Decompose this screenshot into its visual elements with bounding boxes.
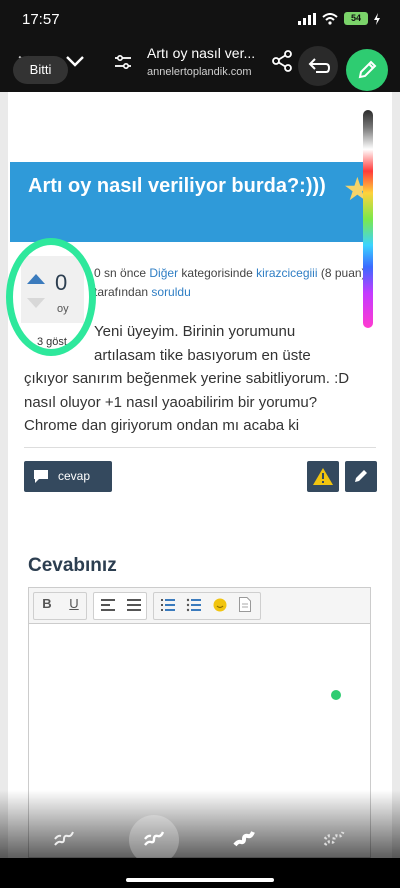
bold-button[interactable]: B [39, 596, 55, 611]
question-title: Artı oy nasıl veriliyor burda?:))) [28, 175, 326, 197]
answer-button[interactable]: cevap [24, 461, 112, 492]
edit-icon [355, 470, 367, 482]
user-link[interactable]: kirazcicegiii [256, 266, 317, 280]
charging-icon [374, 12, 380, 25]
status-icons: 54 [298, 12, 380, 25]
chevron-down-icon[interactable] [65, 54, 85, 68]
question-meta: 0 sn önce Diğer kategorisinde kirazciceg… [94, 264, 376, 302]
body-line: Chrome dan giriyorum ondan mı acaba ki [24, 417, 300, 434]
done-button[interactable]: Bitti [13, 56, 68, 84]
meta-points: (8 puan) [320, 266, 366, 280]
cursor-dot [331, 690, 341, 700]
pen-button[interactable] [346, 49, 388, 91]
asked-link[interactable]: soruldu [151, 285, 190, 299]
signal-icon [298, 12, 316, 25]
battery-icon: 54 [344, 12, 368, 25]
warning-icon [313, 468, 333, 485]
answer-button-label: cevap [58, 469, 91, 483]
undo-icon [308, 58, 331, 73]
meta-in-category: kategorisinde [181, 266, 253, 280]
page-title: Artı oy nasıl ver... [147, 45, 256, 61]
meta-by: tarafından [94, 285, 149, 299]
page-url: annelertoplandik.com [147, 66, 252, 78]
body-line: nasıl oluyor +1 nasıl yaoabilirim bir yo… [24, 393, 318, 411]
pen-brush-icon[interactable] [52, 825, 76, 849]
highlighter-brush-icon[interactable] [232, 825, 256, 849]
body-line: çıkıyor sanırım beğenmek yerine sabitliy… [24, 370, 350, 387]
document-icon[interactable] [237, 597, 253, 612]
chat-icon [34, 470, 48, 483]
smiley-icon[interactable] [212, 598, 228, 612]
category-link[interactable]: Diğer [149, 266, 178, 280]
divider [24, 447, 376, 448]
navigation-bar [0, 858, 400, 888]
answer-heading: Cevabınız [28, 555, 117, 576]
meta-time: 0 sn önce [94, 266, 147, 280]
color-picker-bar[interactable] [363, 110, 373, 328]
home-indicator[interactable] [126, 878, 274, 882]
edit-button[interactable] [345, 461, 377, 492]
pixel-brush-icon[interactable] [322, 825, 346, 849]
pen-icon [358, 60, 377, 79]
menu-icon[interactable] [113, 53, 133, 71]
numbered-list-icon[interactable] [160, 598, 176, 612]
undo-button[interactable] [298, 46, 338, 86]
highlight-annotation [6, 238, 96, 356]
wifi-icon [322, 12, 338, 25]
underline-button[interactable]: U [66, 596, 82, 611]
align-left-icon[interactable] [100, 599, 116, 611]
share-icon[interactable] [271, 50, 293, 72]
align-justify-icon[interactable] [126, 599, 142, 611]
report-button[interactable] [307, 461, 339, 492]
status-time: 17:57 [22, 11, 60, 28]
marker-brush-icon[interactable] [142, 825, 166, 849]
bullet-list-icon[interactable] [186, 598, 202, 612]
